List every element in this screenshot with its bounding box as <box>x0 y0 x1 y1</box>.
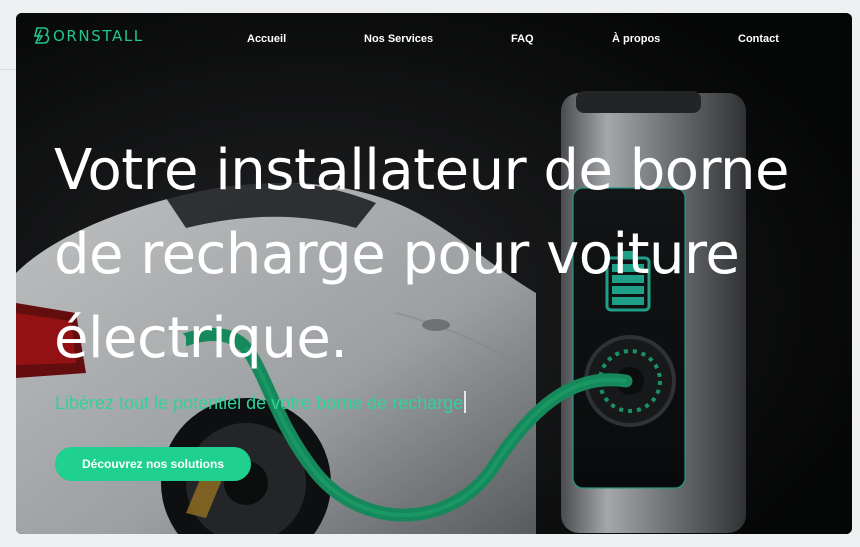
hero-section: ORNSTALL Accueil Nos Services FAQ À prop… <box>16 13 852 534</box>
page-frame: ORNSTALL Accueil Nos Services FAQ À prop… <box>0 0 860 547</box>
hero-tagline: Libérez tout le potentiel de votre borne… <box>55 391 467 414</box>
discover-solutions-button[interactable]: Découvrez nos solutions <box>55 447 251 481</box>
headline-line: électrique. <box>54 306 348 371</box>
typing-caret <box>464 391 467 413</box>
divider <box>0 69 16 70</box>
headline-line: de recharge pour voiture <box>54 222 740 287</box>
nav-link-faq[interactable]: FAQ <box>511 33 534 45</box>
bolt-b-icon <box>33 27 50 44</box>
nav-link-nos-services[interactable]: Nos Services <box>364 33 433 45</box>
nav-link-contact[interactable]: Contact <box>738 33 779 45</box>
top-navigation: ORNSTALL Accueil Nos Services FAQ À prop… <box>16 13 852 65</box>
tagline-text: Libérez tout le potentiel de votre borne… <box>55 393 464 413</box>
brand-logo[interactable]: ORNSTALL <box>32 25 144 47</box>
nav-link-a-propos[interactable]: À propos <box>612 33 660 45</box>
nav-link-accueil[interactable]: Accueil <box>247 33 286 45</box>
headline-line: Votre installateur de borne <box>54 138 789 203</box>
hero-headline: Votre installateur de borne de recharge … <box>54 129 814 381</box>
brand-name: ORNSTALL <box>53 27 144 45</box>
